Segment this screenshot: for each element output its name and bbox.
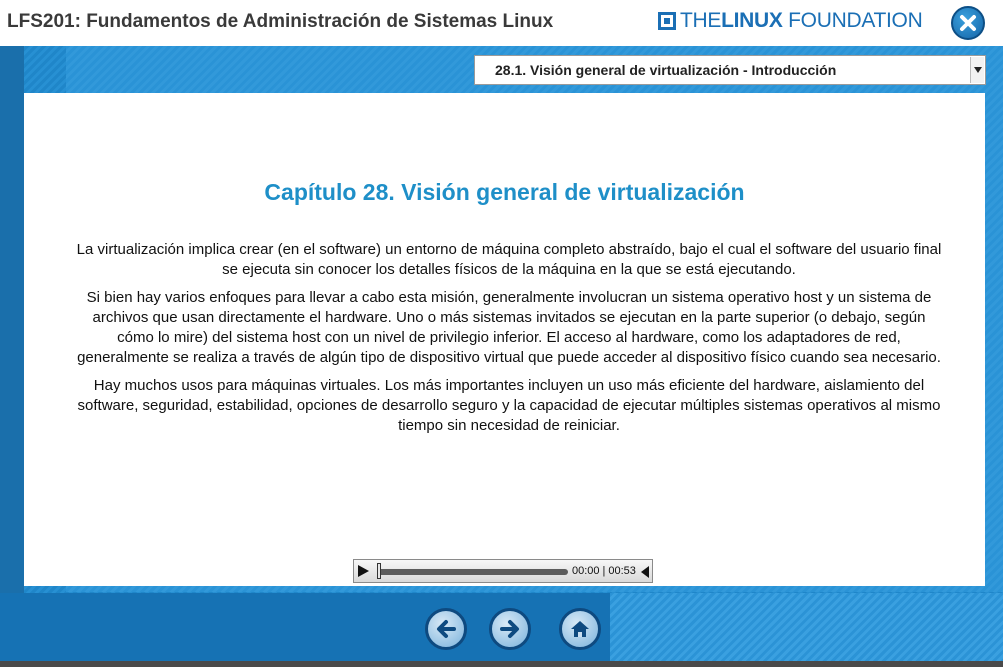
paragraph-2: Si bien hay varios enfoques para llevar … [77, 289, 941, 366]
bottom-bar-right [610, 593, 1003, 661]
audio-time: 00:00 | 00:53 [572, 565, 636, 577]
audio-time-separator: | [602, 565, 606, 577]
next-button[interactable] [489, 608, 531, 650]
linux-foundation-logo-mark-icon [658, 12, 676, 30]
course-title: LFS201: Fundamentos de Administración de… [7, 11, 554, 32]
arrow-right-icon [500, 620, 519, 638]
audio-current-time: 00:00 [572, 565, 600, 577]
home-icon [571, 621, 589, 637]
chapter-body: La virtualización implica crear (en el s… [74, 240, 944, 444]
audio-progress-thumb[interactable] [377, 563, 381, 579]
logo-text-prefix: THE [680, 9, 722, 32]
section-select[interactable]: 28.1. Visión general de virtualización -… [474, 55, 986, 85]
paragraph-3: Hay muchos usos para máquinas virtuales.… [77, 377, 941, 434]
dropdown-arrow-icon[interactable] [970, 57, 984, 83]
backdrop-left-strip [0, 46, 24, 661]
play-icon[interactable] [358, 565, 369, 577]
section-select-value: 28.1. Visión general de virtualización -… [495, 62, 837, 78]
audio-player: 00:00 | 00:53 [353, 559, 653, 583]
paragraph-1: La virtualización implica crear (en el s… [76, 241, 942, 278]
logo-text-bold: LINUX [721, 9, 783, 32]
chapter-title: Capítulo 28. Visión general de virtualiz… [264, 179, 745, 205]
close-x-icon [960, 15, 976, 31]
logo-text-suffix: FOUNDATION [782, 9, 923, 32]
close-button[interactable] [951, 6, 985, 40]
arrow-left-icon [437, 620, 456, 638]
content-panel: Capítulo 28. Visión general de virtualiz… [24, 93, 985, 586]
audio-duration: 00:53 [608, 565, 636, 577]
logo-text: THELINUX FOUNDATION [680, 9, 923, 33]
linux-foundation-logo: THELINUX FOUNDATION [658, 8, 923, 34]
audio-progress-track[interactable] [377, 569, 568, 575]
home-button[interactable] [559, 608, 601, 650]
header-bar: LFS201: Fundamentos de Administración de… [0, 0, 1003, 46]
footer-strip [0, 661, 1003, 667]
back-button[interactable] [425, 608, 467, 650]
volume-icon[interactable] [641, 566, 649, 578]
